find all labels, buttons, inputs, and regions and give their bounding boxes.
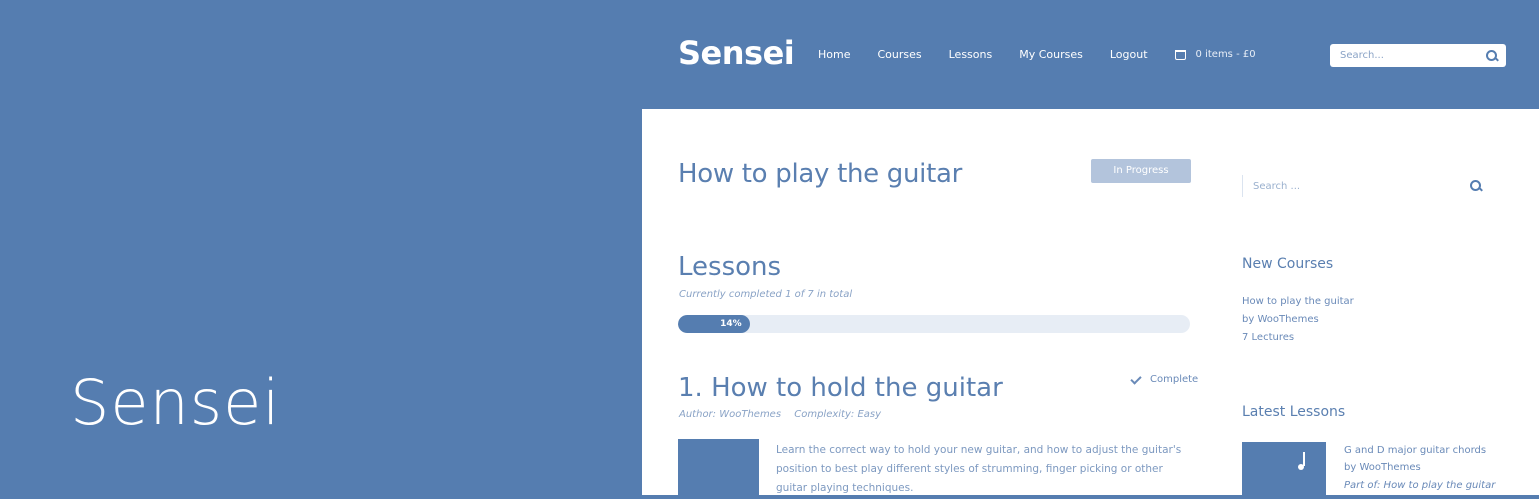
sidebar-search-icon[interactable] bbox=[1470, 180, 1482, 192]
complexity-label: Complexity: bbox=[794, 409, 858, 420]
latest-lesson-part-of: Part of: How to play the guitar bbox=[1344, 480, 1496, 491]
nav-logout[interactable]: Logout bbox=[1110, 48, 1148, 61]
progress-text: Currently completed 1 of 7 in total bbox=[679, 289, 853, 300]
site-header: Sensei Home Courses Lessons My Courses L… bbox=[642, 0, 1539, 109]
nav-courses[interactable]: Courses bbox=[877, 48, 921, 61]
header-search bbox=[1330, 44, 1506, 67]
nav-home[interactable]: Home bbox=[818, 48, 850, 61]
lesson-description: Learn the correct way to hold your new g… bbox=[776, 444, 1182, 494]
music-note-icon bbox=[1298, 452, 1305, 470]
latest-lesson-link[interactable]: G and D major guitar chords bbox=[1344, 445, 1486, 456]
cart-summary: 0 items - £0 bbox=[1195, 49, 1256, 60]
author-label: Author: bbox=[679, 409, 720, 420]
new-course-link[interactable]: How to play the guitar bbox=[1242, 296, 1354, 307]
new-courses-title: New Courses bbox=[1242, 256, 1334, 272]
lesson-thumbnail[interactable] bbox=[678, 439, 759, 499]
main-nav: Home Courses Lessons My Courses Logout 0… bbox=[818, 48, 1256, 61]
nav-my-courses[interactable]: My Courses bbox=[1019, 48, 1083, 61]
site-screenshot: Sensei Home Courses Lessons My Courses L… bbox=[642, 0, 1539, 499]
sidebar-search-input[interactable] bbox=[1251, 179, 1445, 193]
latest-lesson-thumbnail[interactable] bbox=[1242, 442, 1326, 495]
lesson-status-label: Complete bbox=[1150, 374, 1199, 385]
progress-bar: 14% bbox=[678, 315, 1190, 333]
cart-link[interactable]: 0 items - £0 bbox=[1174, 49, 1256, 60]
nav-lessons[interactable]: Lessons bbox=[949, 48, 993, 61]
latest-lesson-byline: by WooThemes bbox=[1344, 462, 1421, 473]
lesson-meta: Author: WooThemes Complexity: Easy bbox=[679, 409, 881, 420]
check-icon bbox=[1130, 372, 1142, 385]
status-badge: In Progress bbox=[1091, 159, 1191, 183]
lessons-heading: Lessons bbox=[678, 252, 782, 282]
author-link[interactable]: WooThemes bbox=[719, 409, 781, 420]
header-search-input[interactable] bbox=[1338, 49, 1482, 62]
course-title: How to play the guitar bbox=[678, 159, 963, 189]
site-logo[interactable]: Sensei bbox=[678, 34, 795, 72]
sidebar-search bbox=[1242, 175, 1482, 197]
progress-fill: 14% bbox=[678, 315, 750, 333]
new-course-byline: by WooThemes bbox=[1242, 314, 1319, 325]
cart-icon bbox=[1174, 49, 1186, 60]
new-course-lectures: 7 Lectures bbox=[1242, 332, 1295, 343]
hero-brand: Sensei bbox=[70, 366, 281, 439]
lesson-status: Complete bbox=[1130, 372, 1199, 385]
lesson-title-link[interactable]: 1. How to hold the guitar bbox=[678, 373, 1003, 403]
search-icon[interactable] bbox=[1486, 49, 1498, 62]
main-content: How to play the guitar In Progress Lesso… bbox=[642, 109, 1539, 499]
complexity-value: Easy bbox=[857, 409, 882, 420]
latest-lessons-title: Latest Lessons bbox=[1242, 404, 1346, 420]
